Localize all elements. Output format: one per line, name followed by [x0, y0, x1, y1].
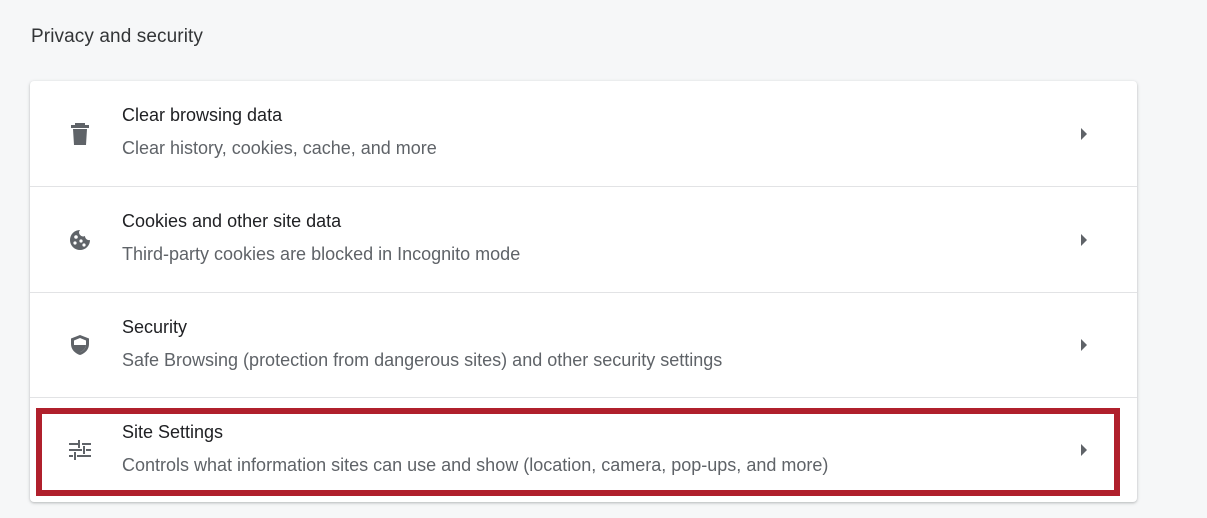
- settings-page: Privacy and security Clear browsing data…: [0, 0, 1207, 518]
- tune-sliders-icon: [66, 436, 94, 464]
- cookies-row[interactable]: Cookies and other site data Third-party …: [30, 186, 1137, 292]
- row-title: Clear browsing data: [122, 105, 283, 125]
- section-title: Privacy and security: [31, 26, 204, 47]
- row-title: Cookies and other site data: [122, 211, 342, 231]
- trash-icon: [66, 120, 94, 148]
- row-description: Clear history, cookies, cache, and more: [122, 138, 437, 158]
- arrow-right-icon: [1081, 339, 1087, 351]
- arrow-right-icon: [1081, 444, 1087, 456]
- privacy-security-card: Clear browsing data Clear history, cooki…: [30, 81, 1137, 502]
- arrow-right-icon: [1081, 233, 1087, 246]
- arrow-right-icon: [1081, 127, 1087, 140]
- site-settings-row[interactable]: Site Settings Controls what information …: [30, 397, 1137, 502]
- clear-browsing-data-row[interactable]: Clear browsing data Clear history, cooki…: [30, 81, 1137, 186]
- row-title: Security: [122, 317, 188, 337]
- row-description: Safe Browsing (protection from dangerous…: [122, 350, 723, 370]
- security-row[interactable]: Security Safe Browsing (protection from …: [30, 292, 1137, 397]
- shield-icon: [66, 331, 94, 359]
- row-title: Site Settings: [122, 422, 224, 442]
- cookie-icon: [66, 226, 94, 254]
- row-description: Third-party cookies are blocked in Incog…: [122, 244, 521, 264]
- row-description: Controls what information sites can use …: [122, 455, 829, 475]
